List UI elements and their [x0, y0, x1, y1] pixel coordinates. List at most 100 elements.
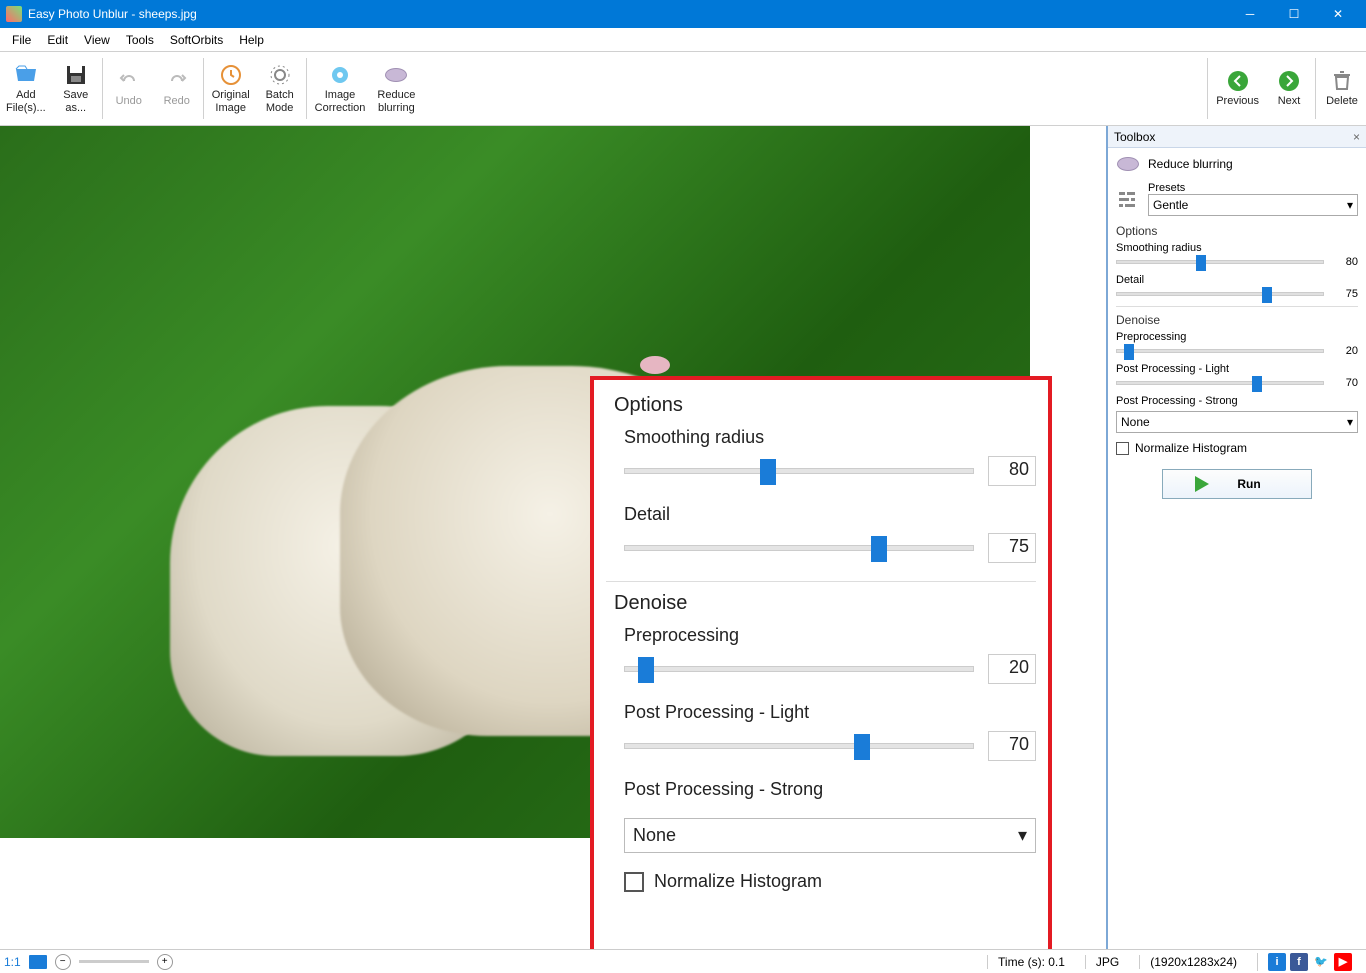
tb-preproc-slider[interactable] [1116, 349, 1324, 353]
redo-button[interactable]: Redo [153, 52, 201, 125]
detail-slider[interactable] [624, 545, 974, 551]
zoom-ratio[interactable]: 1:1 [4, 955, 21, 969]
chevron-down-icon: ▾ [1347, 415, 1353, 429]
tb-preproc-value: 20 [1330, 345, 1358, 357]
youtube-icon[interactable]: ▶ [1334, 953, 1352, 971]
batch-mode-button[interactable]: Batch Mode [256, 52, 304, 125]
blur-icon [384, 63, 408, 87]
tb-smoothing-value: 80 [1330, 256, 1358, 268]
tb-detail-slider[interactable] [1116, 292, 1324, 296]
blur-icon [1116, 154, 1140, 174]
clock-revert-icon [219, 63, 243, 87]
canvas-area[interactable]: Options Smoothing radius 80 Detail 75 De… [0, 126, 1106, 949]
app-icon [6, 6, 22, 22]
toolbox-mode-label: Reduce blurring [1148, 157, 1233, 171]
post-light-label: Post Processing - Light [624, 702, 1036, 723]
chevron-down-icon: ▾ [1347, 198, 1353, 212]
image-correction-button[interactable]: Image Correction [309, 52, 372, 125]
zoom-slider[interactable] [79, 960, 149, 963]
post-light-slider[interactable] [624, 743, 974, 749]
window-title: Easy Photo Unblur - sheeps.jpg [28, 7, 1228, 21]
detail-label: Detail [624, 504, 1036, 525]
toolbox-title: Toolbox [1114, 130, 1353, 144]
normalize-histogram-checkbox[interactable] [624, 872, 644, 892]
maximize-button[interactable]: ☐ [1272, 0, 1316, 28]
toolbar: Add File(s)... Save as... Undo Redo Orig… [0, 52, 1366, 126]
tb-detail-label: Detail [1116, 274, 1358, 286]
detail-value[interactable]: 75 [988, 533, 1036, 563]
options-popup: Options Smoothing radius 80 Detail 75 De… [590, 376, 1052, 949]
tb-smoothing-slider[interactable] [1116, 260, 1324, 264]
tb-denoise-label: Denoise [1116, 313, 1358, 327]
run-button[interactable]: Run [1162, 469, 1312, 499]
facebook-icon[interactable]: f [1290, 953, 1308, 971]
status-format: JPG [1085, 955, 1129, 969]
zoom-out-button[interactable]: − [55, 954, 71, 970]
folder-open-icon [14, 63, 38, 87]
title-bar: Easy Photo Unblur - sheeps.jpg ─ ☐ ✕ [0, 0, 1366, 28]
next-button[interactable]: Next [1265, 52, 1313, 125]
tb-detail-value: 75 [1330, 288, 1358, 300]
smoothing-radius-label: Smoothing radius [624, 427, 1036, 448]
delete-button[interactable]: Delete [1318, 52, 1366, 125]
preprocessing-label: Preprocessing [624, 625, 1036, 646]
options-title: Options [614, 394, 1036, 417]
arrow-left-icon [1226, 69, 1250, 93]
tb-postlight-slider[interactable] [1116, 381, 1324, 385]
tb-normalize-label: Normalize Histogram [1135, 441, 1247, 455]
preprocessing-slider[interactable] [624, 666, 974, 672]
info-icon[interactable]: i [1268, 953, 1286, 971]
sparkle-icon [328, 63, 352, 87]
menu-help[interactable]: Help [231, 31, 272, 49]
toolbox-panel: Toolbox × Reduce blurring Presets Gentle… [1106, 126, 1366, 949]
menu-file[interactable]: File [4, 31, 39, 49]
save-icon [64, 63, 88, 87]
original-image-button[interactable]: Original Image [206, 52, 256, 125]
fit-window-icon[interactable] [29, 955, 47, 969]
presets-label: Presets [1148, 182, 1358, 194]
tb-poststrong-label: Post Processing - Strong [1116, 395, 1358, 407]
status-time: Time (s): 0.1 [987, 955, 1075, 969]
smoothing-radius-value[interactable]: 80 [988, 456, 1036, 486]
trash-icon [1330, 69, 1354, 93]
denoise-title: Denoise [614, 592, 1036, 615]
undo-button[interactable]: Undo [105, 52, 153, 125]
presets-icon [1116, 189, 1140, 209]
tb-postlight-value: 70 [1330, 377, 1358, 389]
add-files-button[interactable]: Add File(s)... [0, 52, 52, 125]
chevron-down-icon: ▾ [1018, 825, 1027, 846]
arrow-right-icon [1277, 69, 1301, 93]
tb-normalize-checkbox[interactable] [1116, 442, 1129, 455]
smoothing-radius-slider[interactable] [624, 468, 974, 474]
tb-options-label: Options [1116, 224, 1358, 238]
menu-view[interactable]: View [76, 31, 118, 49]
gear-icon [268, 63, 292, 87]
run-arrow-icon [1195, 476, 1209, 492]
tb-preproc-label: Preprocessing [1116, 331, 1358, 343]
menu-bar: File Edit View Tools SoftOrbits Help [0, 28, 1366, 52]
undo-icon [117, 69, 141, 93]
tb-poststrong-select[interactable]: None ▾ [1116, 411, 1358, 433]
zoom-in-button[interactable]: + [157, 954, 173, 970]
menu-softorbits[interactable]: SoftOrbits [162, 31, 231, 49]
tb-postlight-label: Post Processing - Light [1116, 363, 1358, 375]
twitter-icon[interactable]: 🐦 [1312, 953, 1330, 971]
preprocessing-value[interactable]: 20 [988, 654, 1036, 684]
tb-smoothing-label: Smoothing radius [1116, 242, 1358, 254]
toolbox-close-button[interactable]: × [1353, 130, 1360, 144]
post-strong-label: Post Processing - Strong [624, 779, 1036, 800]
post-light-value[interactable]: 70 [988, 731, 1036, 761]
minimize-button[interactable]: ─ [1228, 0, 1272, 28]
presets-select[interactable]: Gentle ▾ [1148, 194, 1358, 216]
status-bar: 1:1 − + Time (s): 0.1 JPG (1920x1283x24)… [0, 949, 1366, 973]
normalize-histogram-label: Normalize Histogram [654, 871, 822, 892]
save-as-button[interactable]: Save as... [52, 52, 100, 125]
status-dimensions: (1920x1283x24) [1139, 955, 1247, 969]
previous-button[interactable]: Previous [1210, 52, 1265, 125]
reduce-blurring-button[interactable]: Reduce blurring [371, 52, 421, 125]
close-button[interactable]: ✕ [1316, 0, 1360, 28]
post-strong-select[interactable]: None ▾ [624, 818, 1036, 853]
redo-icon [165, 69, 189, 93]
menu-edit[interactable]: Edit [39, 31, 76, 49]
menu-tools[interactable]: Tools [118, 31, 162, 49]
